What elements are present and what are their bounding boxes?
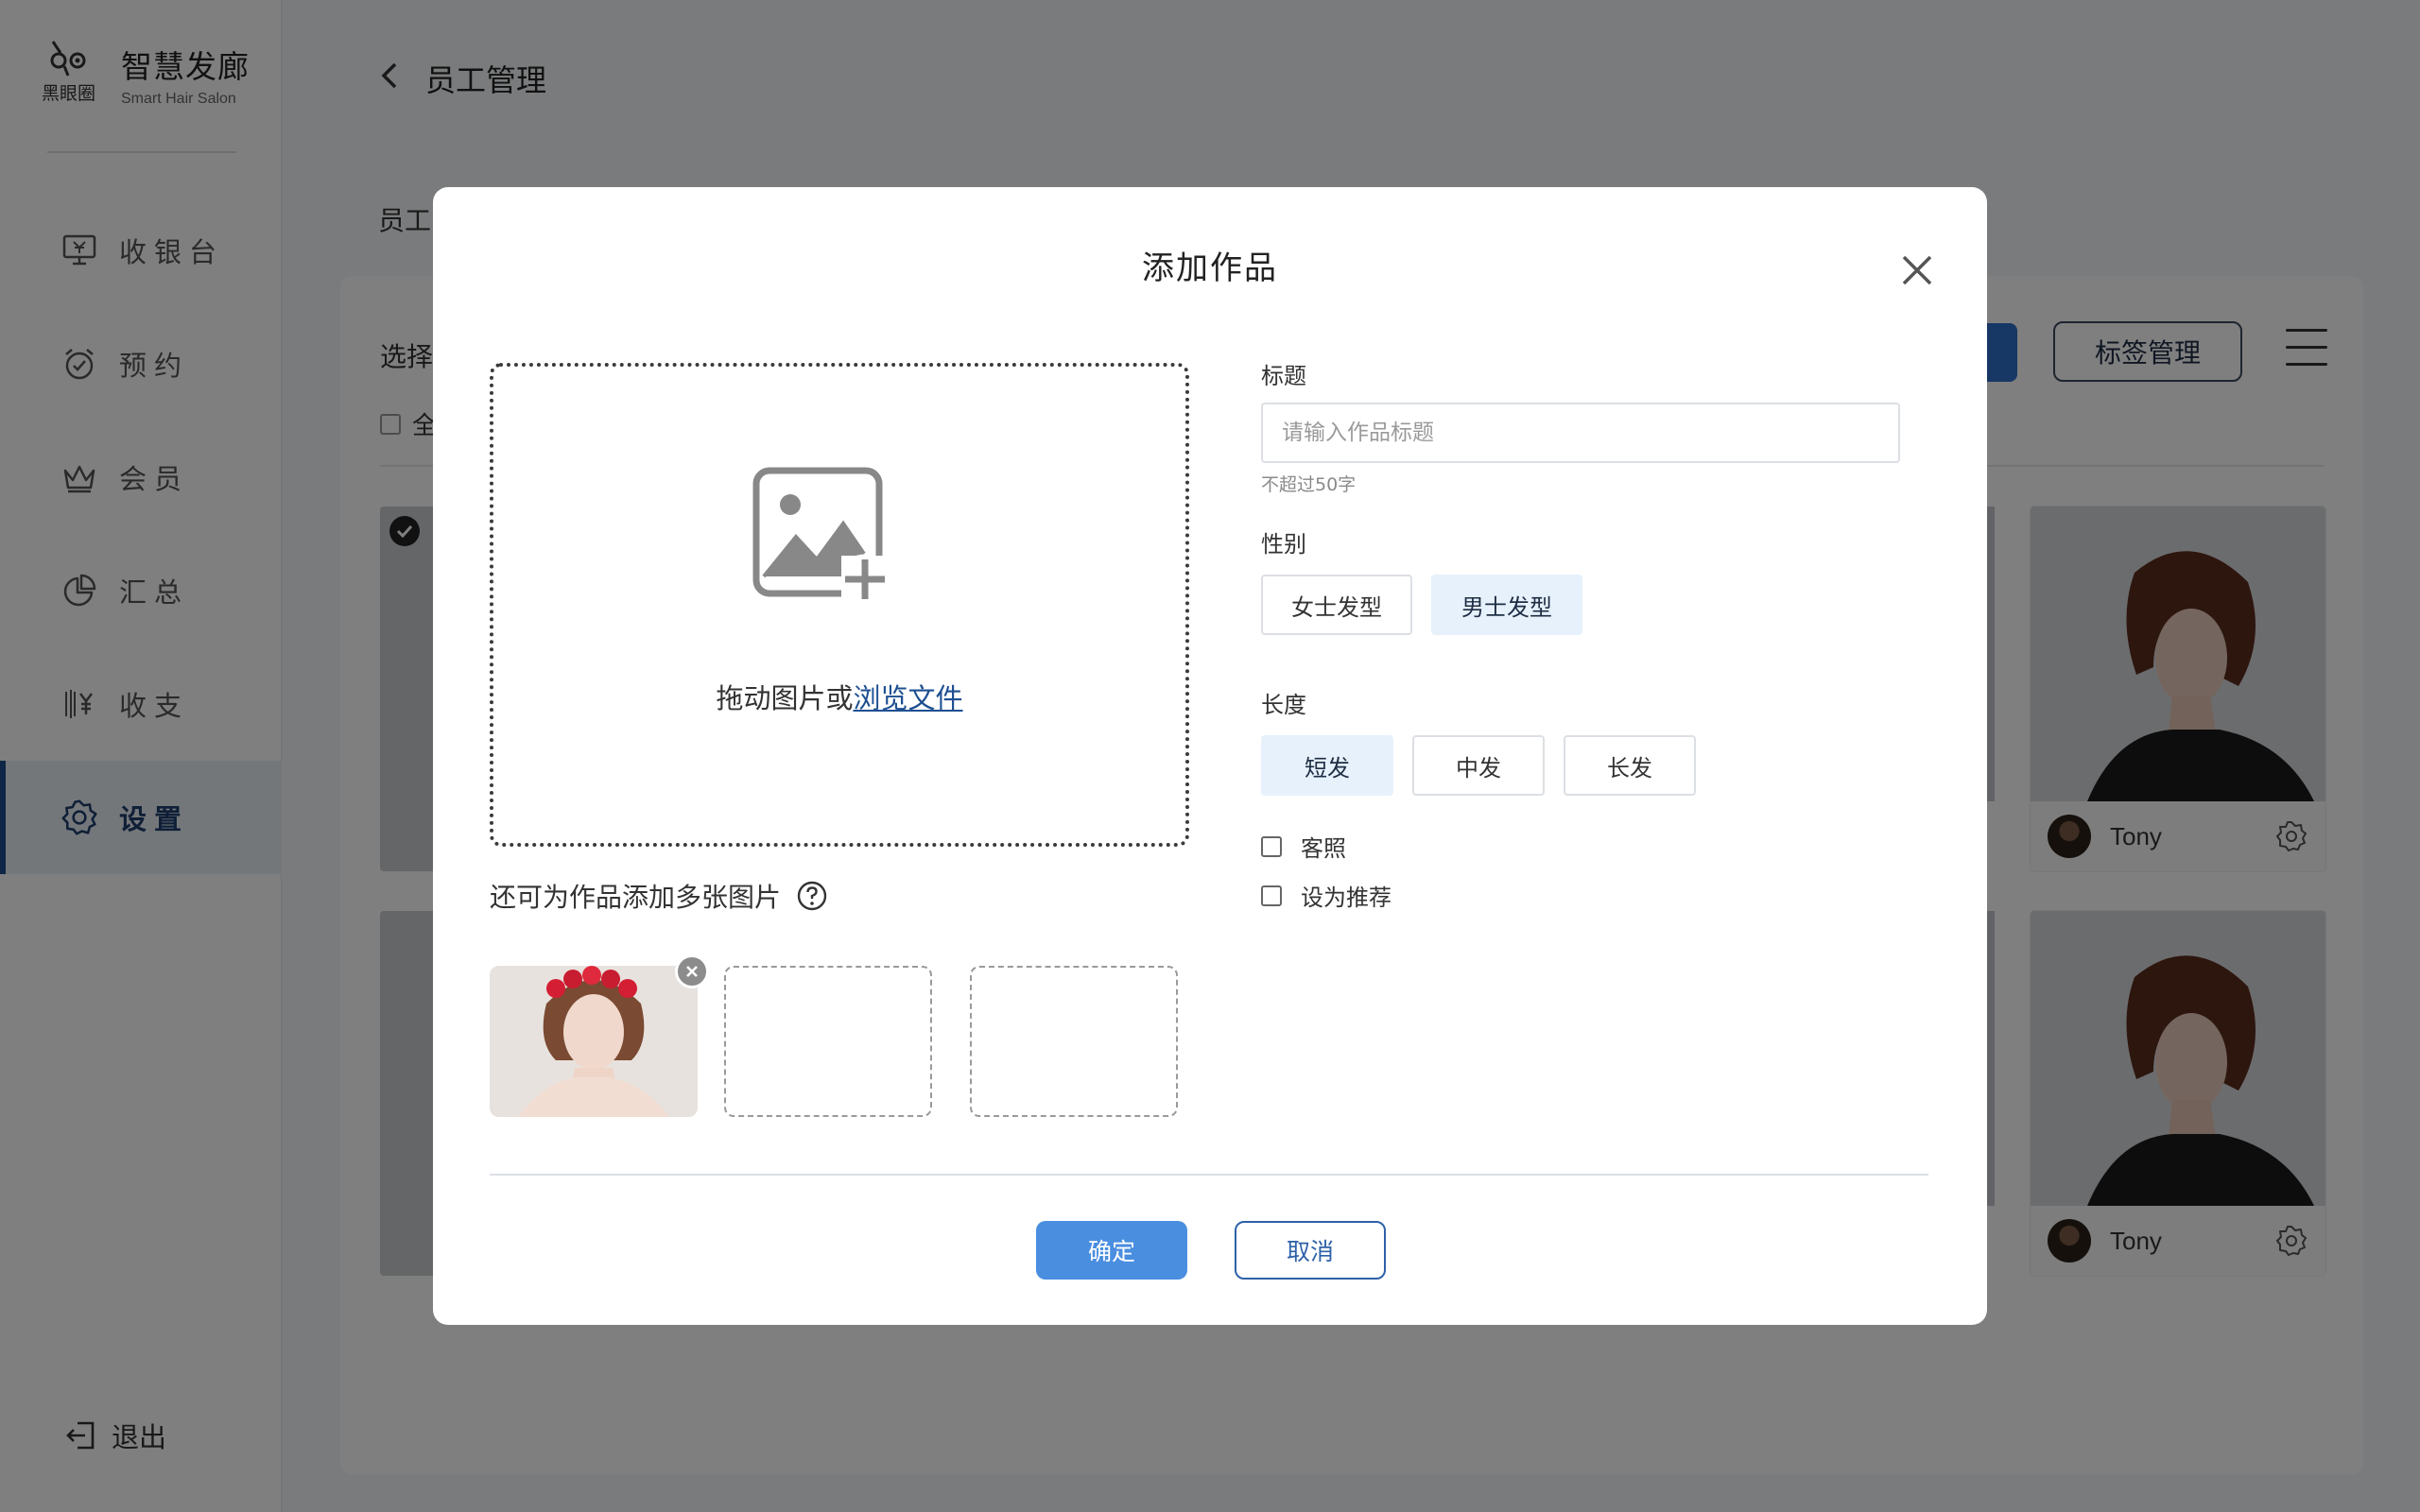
image-dropzone[interactable]: 拖动图片或浏览文件: [490, 363, 1189, 847]
add-image-icon: [752, 467, 889, 603]
dialog-divider: [490, 1174, 1928, 1176]
recommend-label: 设为推荐: [1301, 885, 1392, 911]
client-photo-label: 客照: [1301, 835, 1346, 862]
extra-image-slot[interactable]: [724, 966, 932, 1117]
remove-image-button[interactable]: [675, 954, 709, 988]
gender-option-female[interactable]: 女士发型: [1261, 575, 1412, 635]
cancel-button[interactable]: 取消: [1235, 1221, 1386, 1280]
length-option-long[interactable]: 长发: [1564, 735, 1696, 796]
extra-image-thumbnail[interactable]: [490, 954, 709, 1117]
length-option-medium[interactable]: 中发: [1412, 735, 1545, 796]
gender-label: 性别: [1261, 531, 1306, 558]
add-work-dialog: 添加作品 拖动图片或浏览文件 还可为作品添加多张图片 标题 请输入作品标题 不超…: [433, 187, 1987, 1325]
client-photo-checkbox[interactable]: 客照: [1261, 830, 1346, 863]
extra-image-photo: [490, 966, 698, 1117]
close-icon[interactable]: [1896, 249, 1938, 291]
length-option-short[interactable]: 短发: [1261, 735, 1393, 796]
help-question-icon[interactable]: [796, 880, 828, 912]
extra-image-slot[interactable]: [970, 966, 1178, 1117]
model-portrait: [490, 966, 698, 1117]
browse-files-link[interactable]: 浏览文件: [854, 682, 963, 714]
recommend-checkbox[interactable]: 设为推荐: [1261, 879, 1392, 912]
dialog-title: 添加作品: [1142, 249, 1278, 287]
checkbox-box: [1261, 835, 1282, 857]
close-icon: [686, 966, 698, 977]
confirm-button[interactable]: 确定: [1036, 1221, 1187, 1280]
gender-option-male[interactable]: 男士发型: [1431, 575, 1582, 635]
title-hint: 不超过50字: [1261, 474, 1357, 495]
work-title-input[interactable]: [1261, 403, 1900, 463]
dropzone-instruction: 拖动图片或: [716, 682, 854, 714]
checkbox-box: [1261, 885, 1282, 906]
more-images-text: 还可为作品添加多张图片: [490, 882, 782, 913]
more-images-label: 还可为作品添加多张图片: [490, 877, 828, 915]
dropzone-text: 拖动图片或浏览文件: [493, 677, 1185, 716]
title-label: 标题: [1261, 363, 1306, 389]
length-label: 长度: [1261, 692, 1306, 718]
